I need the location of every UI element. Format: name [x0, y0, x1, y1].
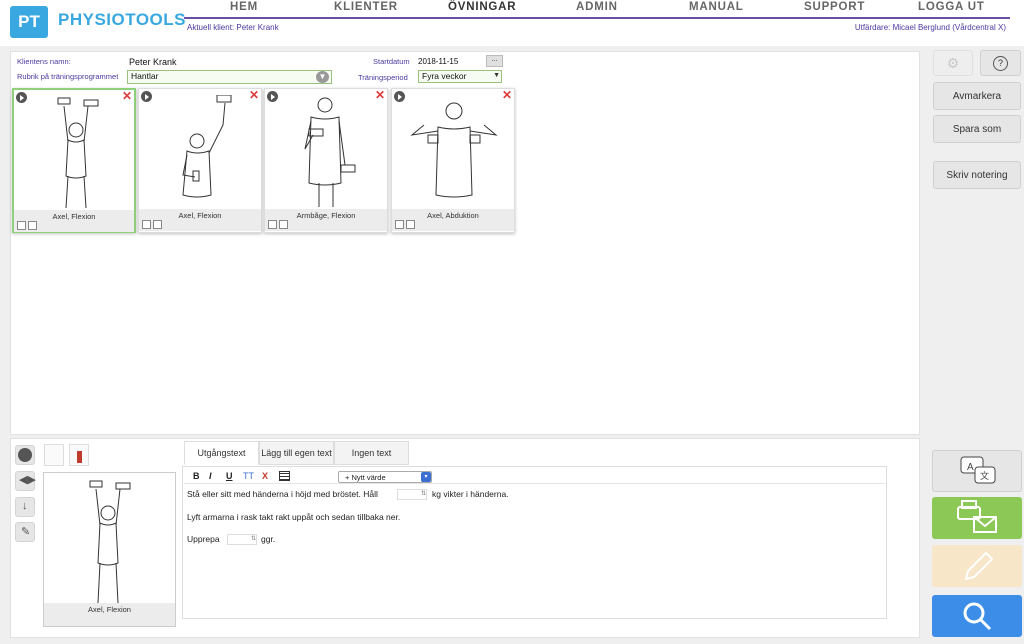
- client-name-value: Peter Krank: [129, 57, 177, 67]
- nav-manual[interactable]: MANUAL: [689, 1, 744, 13]
- start-date-value: 2018-11-15: [418, 57, 459, 66]
- font-size-button[interactable]: TT: [243, 471, 254, 481]
- photo-toggle[interactable]: [69, 444, 89, 466]
- preview-caption: Axel, Flexion: [44, 603, 175, 626]
- print-mail-icon: [957, 500, 997, 533]
- mirror-button[interactable]: ◀▶: [15, 471, 36, 491]
- pencil-icon: ✎: [21, 526, 31, 538]
- write-note-button[interactable]: Skriv notering: [933, 161, 1021, 189]
- exercise-card[interactable]: ✕ Axel, Flexion: [138, 88, 262, 233]
- nav-admin[interactable]: ADMIN: [576, 1, 618, 13]
- print-mail-button[interactable]: [932, 497, 1022, 539]
- play-icon[interactable]: [16, 92, 27, 103]
- move-down-button[interactable]: ↓: [15, 497, 35, 517]
- dropdown-icon: ▾: [421, 472, 431, 482]
- copy-icon[interactable]: [28, 221, 37, 230]
- small-icon[interactable]: [268, 220, 277, 229]
- copy-icon[interactable]: [153, 220, 162, 229]
- save-as-button[interactable]: Spara som: [933, 115, 1021, 143]
- remove-icon[interactable]: ✕: [502, 88, 512, 102]
- logo-text: PHYSIOTOOLS: [58, 10, 186, 29]
- person-icon: [77, 451, 82, 463]
- help-button[interactable]: ?: [980, 50, 1021, 76]
- search-button[interactable]: [932, 595, 1022, 637]
- gear-icon: ⚙: [946, 55, 960, 71]
- clear-format-button[interactable]: X: [262, 471, 268, 481]
- settings-button[interactable]: ⚙: [933, 50, 973, 76]
- logo-mark: PT: [10, 6, 48, 38]
- current-client: Aktuell klient: Peter Krank: [187, 23, 279, 32]
- play-icon[interactable]: [141, 91, 152, 102]
- instruction-line-3a: Upprepa: [187, 534, 220, 544]
- remove-icon[interactable]: ✕: [375, 88, 385, 102]
- nav-hem[interactable]: HEM: [230, 1, 258, 13]
- unmark-button[interactable]: Avmarkera: [933, 82, 1021, 110]
- edit-button[interactable]: [932, 545, 1022, 587]
- remove-icon[interactable]: ✕: [249, 88, 259, 102]
- tab-no-text[interactable]: Ingen text: [334, 441, 409, 465]
- program-title-value: Hantlar: [131, 71, 159, 81]
- small-icon[interactable]: [17, 221, 26, 230]
- exercise-card[interactable]: ✕ Armbåge, Flexion: [264, 88, 388, 233]
- line-drawing-toggle[interactable]: [44, 444, 64, 466]
- nav-support[interactable]: SUPPORT: [804, 1, 865, 13]
- question-icon: ?: [993, 56, 1008, 71]
- program-title-select[interactable]: Hantlar ▼: [127, 70, 332, 84]
- copy-icon[interactable]: [279, 220, 288, 229]
- small-icon[interactable]: [395, 220, 404, 229]
- exercise-illustration: [304, 97, 356, 207]
- nav-ovningar[interactable]: ÖVNINGAR: [448, 1, 516, 13]
- italic-button[interactable]: I: [209, 471, 212, 481]
- play-icon[interactable]: [267, 91, 278, 102]
- svg-text:A: A: [967, 462, 974, 473]
- arrow-down-icon: ↓: [22, 500, 28, 512]
- svg-text:文: 文: [980, 470, 989, 481]
- new-value-label: + Nytt värde: [345, 473, 386, 482]
- pencil-icon: [964, 551, 994, 581]
- nav-klienter[interactable]: KLIENTER: [334, 1, 398, 13]
- nav-logga-ut[interactable]: LOGGA UT: [918, 1, 985, 13]
- preview-card: Axel, Flexion: [43, 472, 176, 627]
- date-picker-button[interactable]: ...: [486, 55, 503, 67]
- play-button[interactable]: [15, 445, 35, 465]
- edit-image-button[interactable]: ✎: [15, 522, 35, 542]
- table-icon[interactable]: [279, 471, 290, 481]
- period-select[interactable]: Fyra veckor ▼: [418, 70, 502, 83]
- translate-icon: A 文: [960, 456, 996, 484]
- instruction-line-1b: kg vikter i händerna.: [432, 489, 509, 499]
- exercise-illustration: [410, 102, 498, 198]
- header: PT PHYSIOTOOLS HEM KLIENTER ÖVNINGAR ADM…: [0, 0, 1024, 46]
- exercise-illustration: [182, 95, 232, 198]
- play-icon: [18, 448, 32, 462]
- client-name-label: Klientens namn:: [17, 57, 71, 66]
- period-label: Träningsperiod: [358, 73, 408, 82]
- exercise-illustration: [89, 480, 131, 604]
- small-icon[interactable]: [142, 220, 151, 229]
- instruction-line-3b: ggr.: [261, 534, 276, 544]
- tab-utgangstext[interactable]: Utgångstext: [184, 441, 259, 465]
- underline-button[interactable]: U: [226, 471, 233, 481]
- period-value: Fyra veckor: [422, 71, 467, 81]
- mirror-icon: ◀▶: [19, 474, 36, 486]
- translate-button[interactable]: A 文: [932, 450, 1022, 492]
- exercise-illustration: [57, 97, 99, 208]
- main-nav: HEM KLIENTER ÖVNINGAR ADMIN MANUAL SUPPO…: [184, 0, 1010, 19]
- reps-input[interactable]: ⇅: [227, 534, 257, 545]
- chevron-down-icon: ▼: [493, 72, 500, 79]
- chevron-down-icon: ▼: [316, 71, 329, 83]
- tab-add-own-text[interactable]: Lägg till egen text: [259, 441, 334, 465]
- program-title-label: Rubrik på träningsprogrammet: [17, 72, 119, 81]
- play-icon[interactable]: [394, 91, 405, 102]
- start-date-label: Startdatum: [373, 57, 410, 66]
- issuer: Utfärdare: Micael Berglund (Vårdcentral …: [854, 23, 1006, 32]
- copy-icon[interactable]: [406, 220, 415, 229]
- exercise-card[interactable]: ✕ Axel, Abduktion: [391, 88, 515, 233]
- weight-input[interactable]: ⇅: [397, 489, 427, 500]
- instruction-line-1a: Stå eller sitt med händerna i höjd med b…: [187, 489, 378, 499]
- new-value-select[interactable]: + Nytt värde ▾: [338, 471, 432, 483]
- instruction-line-2: Lyft armarna i rask takt rakt uppåt och …: [187, 512, 401, 522]
- exercise-card[interactable]: ✕ Axel, Flexion: [12, 88, 136, 233]
- bold-button[interactable]: B: [193, 471, 200, 481]
- search-icon: [963, 602, 992, 631]
